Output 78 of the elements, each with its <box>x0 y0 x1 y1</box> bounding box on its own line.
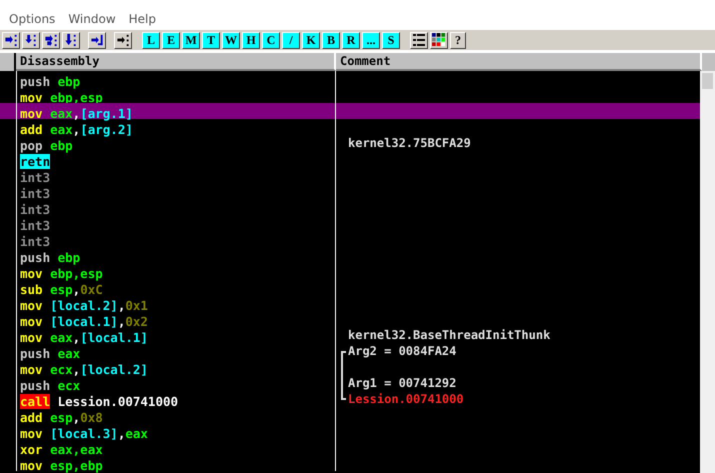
code-row[interactable]: xor eax,eax <box>0 439 700 455</box>
instruction-line: push ebp <box>20 250 80 265</box>
instruction-line: int3 <box>20 202 52 217</box>
toolbar-button[interactable] <box>42 32 60 48</box>
menu-item[interactable]: Window <box>65 12 122 26</box>
letter-button[interactable]: L <box>142 32 160 48</box>
letter-button[interactable]: M <box>182 32 200 48</box>
toolbar-button[interactable] <box>62 32 80 48</box>
instruction-line: push ecx <box>20 378 80 393</box>
toolbar-button[interactable] <box>114 32 132 48</box>
instruction-line: pop ebp <box>20 138 73 153</box>
list-icon <box>412 33 426 47</box>
code-row[interactable]: int3 <box>0 167 700 183</box>
code-row[interactable]: push ebp <box>0 71 700 87</box>
selected-row[interactable]: mov eax,[arg.1] <box>0 103 700 119</box>
letter-button[interactable]: R <box>342 32 360 48</box>
comment-text: Arg2 = 0084FA24 <box>348 343 456 359</box>
arrow-icon <box>44 33 58 47</box>
instruction-line: add eax,[arg.2] <box>20 122 133 137</box>
letter-button[interactable]: ... <box>362 32 380 48</box>
code-row[interactable]: mov esp,ebp <box>0 455 700 471</box>
arrow-icon <box>24 33 38 47</box>
letter-button[interactable]: T <box>202 32 220 48</box>
code-row[interactable]: add esp,0x8 <box>0 407 700 423</box>
arrow-icon <box>90 33 104 47</box>
code-row[interactable]: push ebp <box>0 247 700 263</box>
instruction-line: push ebp <box>20 74 80 89</box>
instruction-line: int3 <box>20 218 52 233</box>
instruction-line: xor eax,eax <box>20 442 103 457</box>
comment-text: kernel32.BaseThreadInitThunk <box>348 327 550 343</box>
menu-item[interactable]: Options <box>6 12 62 26</box>
arrow-dots-icon <box>116 33 130 47</box>
toolbar-button[interactable] <box>430 32 448 48</box>
instruction-line: mov [local.3],eax <box>20 426 148 441</box>
toolbar-button[interactable] <box>88 32 106 48</box>
comment-text: Arg1 = 00741292 <box>348 375 456 391</box>
instruction-line: mov ecx,[local.2] <box>20 362 148 377</box>
letter-button[interactable]: B <box>322 32 340 48</box>
instruction-line: int3 <box>20 234 52 249</box>
code-row[interactable]: push eax Arg2 = 0084FA24 <box>0 343 700 359</box>
code-row[interactable]: mov [local.1],0x2 <box>0 311 700 327</box>
instruction-line: sub esp,0xC <box>20 282 103 297</box>
letter-button[interactable]: C <box>262 32 280 48</box>
instruction-line: push eax <box>20 346 80 361</box>
toolbar-button[interactable] <box>2 32 20 48</box>
letter-button[interactable]: W <box>222 32 240 48</box>
letter-button[interactable]: K <box>302 32 320 48</box>
comment-text: kernel32.75BCFA29 <box>348 135 471 151</box>
comment-text: Lession.00741000 <box>348 391 464 407</box>
instruction-line: mov [local.2],0x1 <box>20 298 148 313</box>
toolbar-button[interactable] <box>410 32 428 48</box>
instruction-line: call Lession.00741000 <box>20 394 178 409</box>
toolbar-button[interactable] <box>22 32 40 48</box>
code-row[interactable]: mov eax,[local.1] kernel32.BaseThreadInitThunk <box>0 327 700 343</box>
arrow-icon <box>64 33 78 47</box>
instruction-line: mov esp,ebp <box>20 458 103 473</box>
instruction-line: add esp,0x8 <box>20 410 103 425</box>
code-row[interactable]: push ecx Arg1 = 00741292 <box>0 375 700 391</box>
letter-button[interactable]: S <box>382 32 400 48</box>
color-grid-icon <box>432 33 446 47</box>
code-row[interactable]: int3 <box>0 199 700 215</box>
instruction-line: int3 <box>20 186 52 201</box>
instruction-line: mov eax,[arg.1] <box>20 106 133 121</box>
arrow-icon <box>4 33 18 47</box>
letter-button[interactable]: E <box>162 32 180 48</box>
instruction-line: mov eax,[local.1] <box>20 330 148 345</box>
code-row[interactable]: int3 <box>0 231 700 247</box>
instruction-line: mov ebp,esp <box>20 90 103 105</box>
instruction-line: mov ebp,esp <box>20 266 103 281</box>
instruction-line: mov [local.1],0x2 <box>20 314 148 329</box>
code-row[interactable]: int3 <box>0 215 700 231</box>
letter-button[interactable]: / <box>282 32 300 48</box>
letter-button[interactable]: H <box>242 32 260 48</box>
menu-item[interactable]: Help <box>126 12 162 26</box>
help-button[interactable]: ? <box>450 32 466 48</box>
code-row[interactable]: int3 <box>0 183 700 199</box>
scrollbar[interactable] <box>700 71 715 473</box>
instruction-line: int3 <box>20 170 52 185</box>
